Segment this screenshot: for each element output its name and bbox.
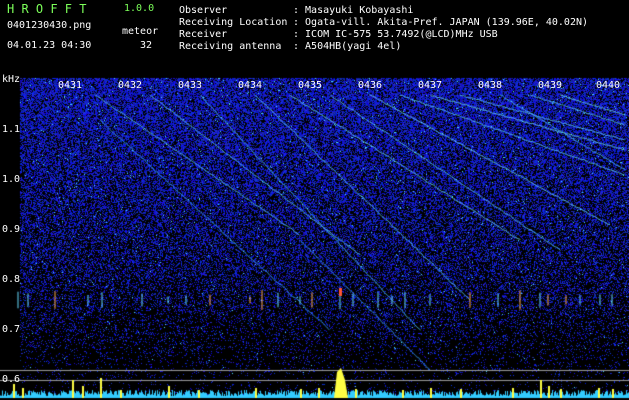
y-tick-label: 0.6 bbox=[2, 374, 21, 385]
info-value-antenna: : A504HB(yagi 4el) bbox=[293, 41, 402, 52]
time-tick-label: 0436 bbox=[358, 80, 383, 91]
info-label-location: Receiving Location bbox=[179, 17, 288, 28]
info-value-receiver: : ICOM IC-575 53.7492(@LCD)MHz USB bbox=[293, 29, 498, 40]
info-value-location: : Ogata-vill. Akita-Pref. JAPAN (139.96E… bbox=[293, 17, 589, 28]
time-tick-label: 0433 bbox=[178, 80, 203, 91]
axis-unit-label: kHz bbox=[2, 74, 21, 85]
y-tick-label: 1.1 bbox=[2, 124, 21, 135]
meteor-label: meteor bbox=[122, 26, 159, 37]
record-datetime: 04.01.23 04:30 bbox=[7, 40, 92, 51]
time-tick-label: 0440 bbox=[596, 80, 621, 91]
time-tick-label: 0437 bbox=[418, 80, 443, 91]
time-tick-label: 0435 bbox=[298, 80, 323, 91]
y-tick-label: 0.7 bbox=[2, 324, 21, 335]
info-label-receiver: Receiver bbox=[179, 29, 228, 40]
time-tick-label: 0432 bbox=[118, 80, 143, 91]
info-label-observer: Observer bbox=[179, 5, 228, 16]
info-value-observer: : Masayuki Kobayashi bbox=[293, 5, 414, 16]
app-title: H R O F F T bbox=[7, 2, 87, 16]
image-filename: 0401230430.png bbox=[7, 20, 92, 31]
time-tick-label: 0438 bbox=[478, 80, 503, 91]
y-tick-label: 1.0 bbox=[2, 174, 21, 185]
app-version: 1.0.0 bbox=[124, 3, 155, 14]
time-tick-label: 0439 bbox=[538, 80, 563, 91]
time-tick-label: 0431 bbox=[58, 80, 83, 91]
info-label-antenna: Receiving antenna bbox=[179, 41, 282, 52]
spectrogram-canvas bbox=[0, 0, 629, 400]
y-tick-label: 0.8 bbox=[2, 274, 21, 285]
meteor-count: 32 bbox=[140, 40, 153, 51]
time-tick-label: 0434 bbox=[238, 80, 263, 91]
y-tick-label: 0.9 bbox=[2, 224, 21, 235]
